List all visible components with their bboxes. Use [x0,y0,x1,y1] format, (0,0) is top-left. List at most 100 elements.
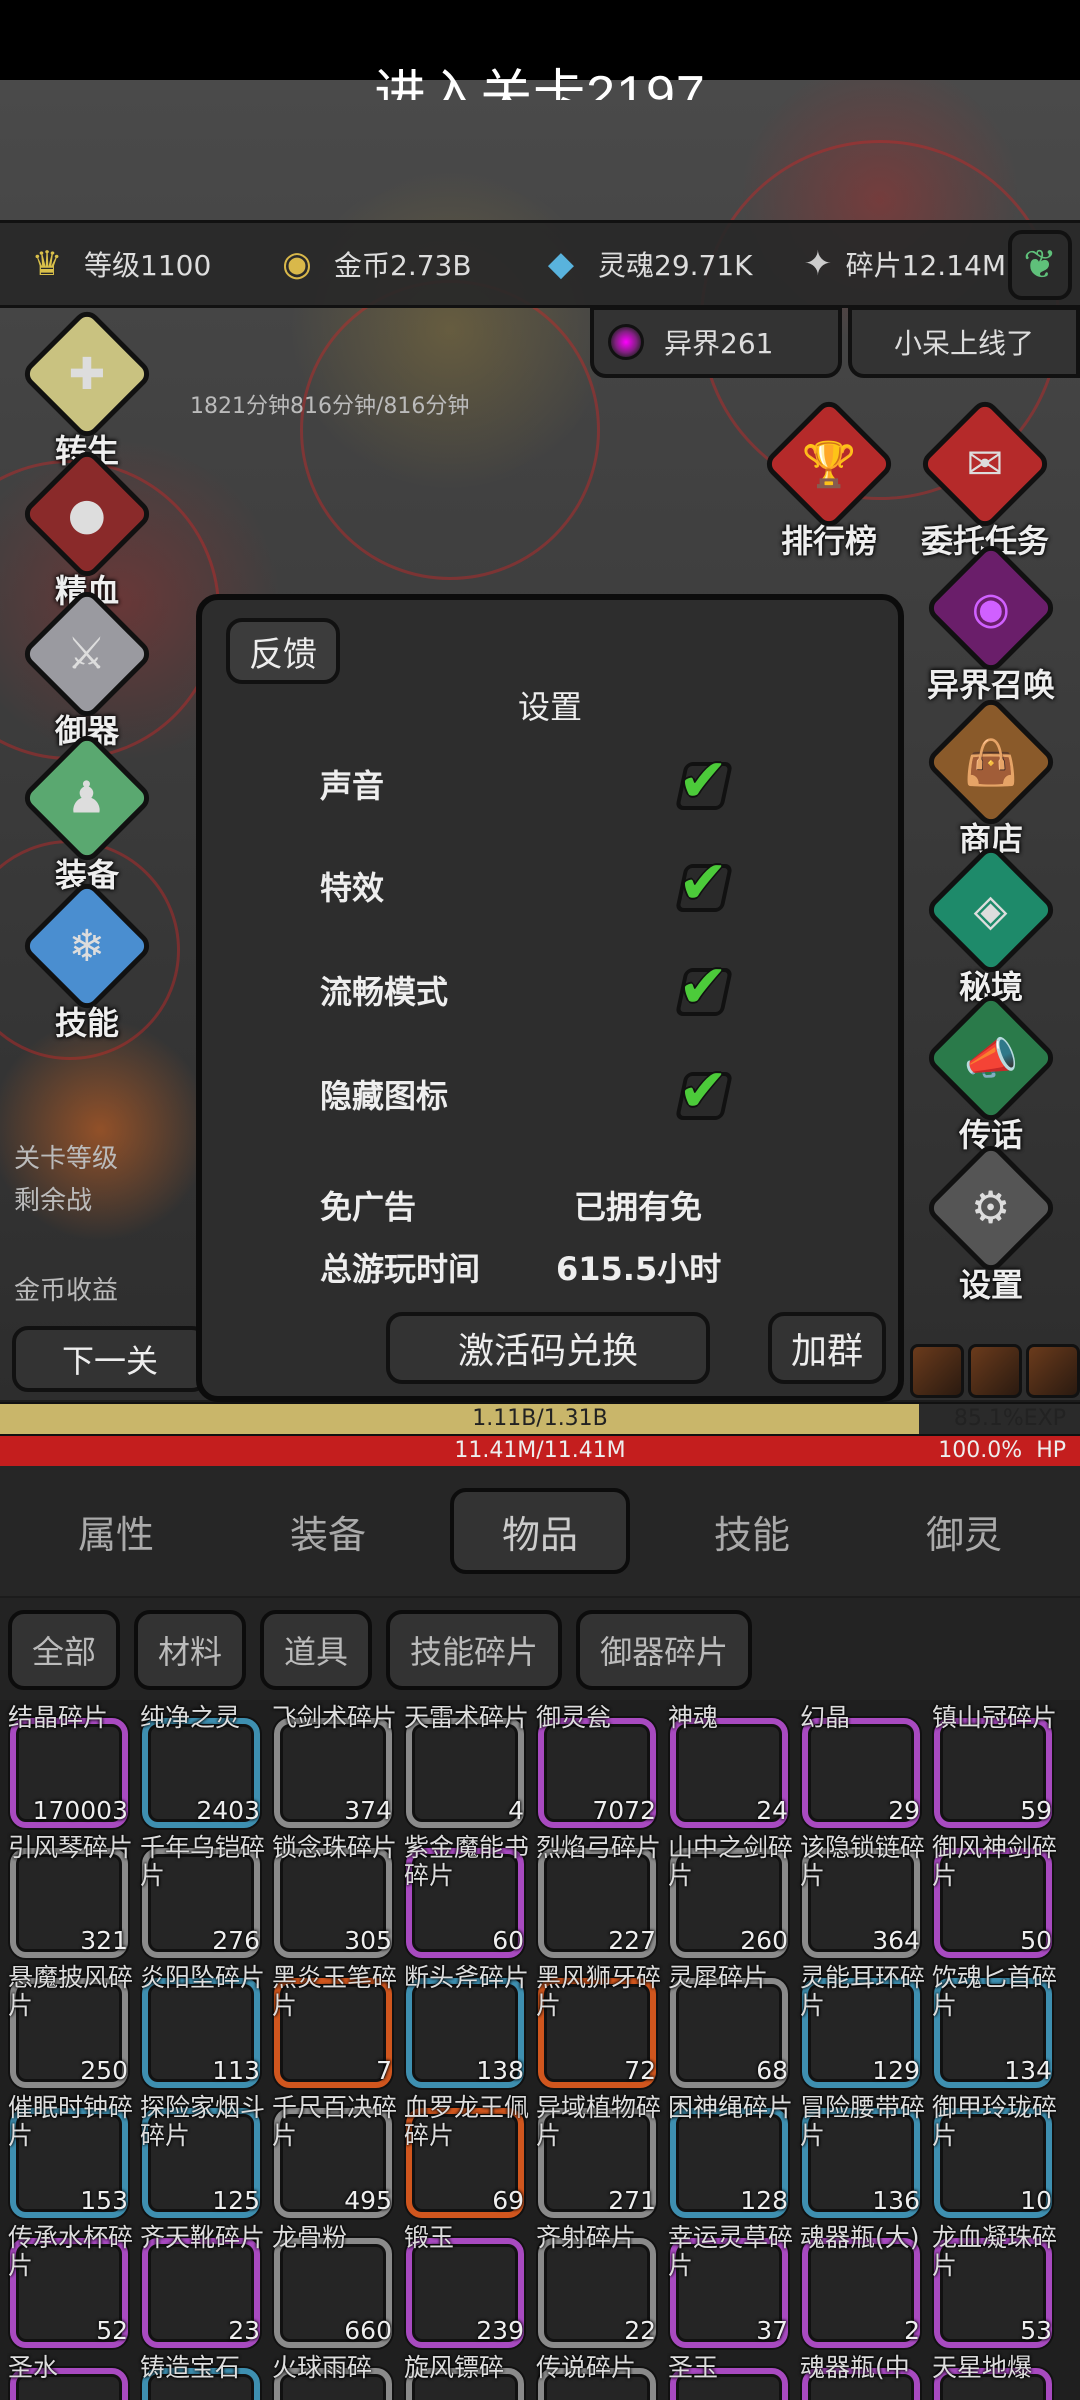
tab-items[interactable]: 物品 [450,1488,630,1574]
inventory-item[interactable]: 黑炎玉笔碎片 7 [264,1960,397,2090]
inventory-item[interactable]: 龙血凝珠碎片 53 [924,2220,1057,2350]
inventory-item[interactable]: 该隐锁链碎片 364 [792,1830,925,1960]
item-frame [406,1718,524,1828]
rebirth-button[interactable]: ✚ 转生 [19,306,155,472]
shop-button[interactable]: 👜 商店 [923,694,1059,860]
otherworld-indicator[interactable]: 异界261 [590,306,842,378]
hide-icons-checkbox[interactable]: ✔ [674,1056,740,1126]
next-stage-button[interactable]: 下一关 [12,1326,208,1392]
inventory-item[interactable]: 结晶碎片 170003 [0,1700,132,1830]
leaderboard-button[interactable]: 🏆 排行榜 [761,396,897,562]
inventory-item[interactable]: 镇山冠碎片 59 [924,1700,1057,1830]
leaf-menu-button[interactable]: ❦ [1008,230,1072,300]
blood-essence-button[interactable]: ● 精血 [19,446,155,612]
filter-props[interactable]: 道具 [260,1610,373,1690]
item-name: 异域植物碎片 [536,2093,662,2150]
inventory-item[interactable]: 传说碎片 [528,2350,660,2400]
inventory-item[interactable]: 千年乌铠碎片 276 [132,1830,265,1960]
inventory-item[interactable]: 魂器瓶(大) 2 [792,2220,924,2350]
sound-checkbox[interactable]: ✔ [674,746,740,816]
filter-all[interactable]: 全部 [8,1610,121,1690]
filter-materials[interactable]: 材料 [134,1610,247,1690]
tab-spirits[interactable]: 御灵 [874,1488,1054,1574]
equipment-button[interactable]: ♟ 装备 [19,730,155,896]
inventory-item[interactable]: 饮魂匕首碎片 134 [924,1960,1057,2090]
inventory-item[interactable]: 千尺百决碎片 495 [264,2090,397,2220]
inventory-item[interactable]: 幻晶 29 [792,1700,924,1830]
inventory-item[interactable]: 御风神剑碎片 50 [924,1830,1057,1960]
inventory-item[interactable]: 灵犀碎片 68 [660,1960,792,2090]
smooth-mode-checkbox[interactable]: ✔ [674,952,740,1022]
inventory-item[interactable]: 炎阳坠碎片 113 [132,1960,265,2090]
inventory-item[interactable]: 山中之剑碎片 260 [660,1830,793,1960]
inventory-item[interactable]: 异域植物碎片 271 [528,2090,662,2220]
inventory-item[interactable]: 魂器瓶(中 [792,2350,924,2400]
inventory-item[interactable]: 探险家烟斗碎片 125 [132,2090,265,2220]
inventory-item[interactable]: 齐天靴碎片 23 [132,2220,265,2350]
item-count: 250 [80,2056,128,2085]
filter-artifact-shards[interactable]: 御器碎片 [576,1610,753,1690]
inventory-item[interactable]: 纯净之灵 2403 [132,1700,264,1830]
join-group-button[interactable]: 加群 [768,1312,886,1384]
inventory-item[interactable]: 困神绳碎片 128 [660,2090,793,2220]
inventory-item[interactable]: 黑风狮牙碎片 72 [528,1960,661,2090]
settings-button[interactable]: ⚙ 设置 [923,1140,1059,1306]
effects-checkbox[interactable]: ✔ [674,848,740,918]
inventory-item[interactable]: 飞剑术碎片 374 [264,1700,397,1830]
quick-slot[interactable] [968,1344,1022,1398]
quick-slot[interactable] [910,1344,964,1398]
inventory-item[interactable]: 御甲玲珑碎片 10 [924,2090,1057,2220]
level-banner: 进入关卡2197 [374,66,706,100]
inventory-item[interactable]: 铸造宝石 [132,2350,264,2400]
secret-realm-icon: ◈ [923,842,1059,978]
inventory-item[interactable]: 悬魔披风碎片 250 [0,1960,134,2090]
main-tabs: 属性 装备 物品 技能 御灵 [0,1466,1080,1596]
quest-button[interactable]: ✉ 委托任务 [917,396,1053,562]
item-name: 悬魔披风碎片 [8,1963,134,2020]
item-count: 2 [904,2316,920,2345]
inventory-item[interactable]: 旋风镖碎 [396,2350,528,2400]
item-count: 153 [80,2186,128,2215]
item-count: 239 [476,2316,524,2345]
redeem-code-button[interactable]: 激活码兑换 [386,1312,710,1384]
item-count: 22 [624,2316,656,2345]
inventory-item[interactable]: 烈焰弓碎片 227 [528,1830,662,1960]
artifact-button[interactable]: ⚔ 御器 [19,586,155,752]
skill-button[interactable]: ❄ 技能 [19,878,155,1044]
item-count: 7072 [592,1796,656,1825]
inventory-item[interactable]: 龙骨粉 660 [264,2220,396,2350]
inventory-item[interactable]: 紫金魔能书碎片 60 [396,1830,529,1960]
inventory-item[interactable]: 齐射碎片 22 [528,2220,660,2350]
inventory-item[interactable]: 血罗龙王佩碎片 69 [396,2090,529,2220]
inventory-item[interactable]: 天星地爆 [924,2350,1056,2400]
broadcast-button[interactable]: 📣 传话 [923,990,1059,1156]
inventory-item[interactable]: 圣玉 [660,2350,792,2400]
settings-dialog: 反馈 设置 声音 ✔ 特效 ✔ 流畅模式 ✔ 隐藏图标 ✔ 免广告 已拥有免 总… [196,594,904,1402]
inventory-item[interactable]: 冒险腰带碎片 136 [792,2090,925,2220]
inventory-item[interactable]: 天雷术碎片 4 [396,1700,529,1830]
inventory-item[interactable]: 断头斧碎片 138 [396,1960,529,2090]
otherworld-summon-button[interactable]: ◉ 异界召唤 [923,540,1059,706]
inventory-item[interactable]: 催眠时钟碎片 153 [0,2090,133,2220]
inventory-item[interactable]: 锁念珠碎片 305 [264,1830,397,1960]
inventory-item[interactable]: 火球雨碎 [264,2350,396,2400]
leaf-icon: ❦ [1023,242,1057,288]
inventory-item[interactable]: 锻玉 239 [396,2220,528,2350]
filter-skill-shards[interactable]: 技能碎片 [386,1610,563,1690]
tab-equipment[interactable]: 装备 [238,1488,418,1574]
inventory-item[interactable]: 圣水 [0,2350,132,2400]
secret-realm-button[interactable]: ◈ 秘境 [923,842,1059,1008]
inventory-item[interactable]: 神魂 24 [660,1700,792,1830]
tab-attributes[interactable]: 属性 [26,1488,206,1574]
inventory-item[interactable]: 传承水杯碎片 52 [0,2220,134,2350]
item-name: 烈焰弓碎片 [536,1833,662,1862]
inventory-item[interactable]: 御灵瓮 7072 [528,1700,660,1830]
quick-slot[interactable] [1026,1344,1080,1398]
inventory-item[interactable]: 幸运灵草碎片 37 [660,2220,793,2350]
item-name: 传承水杯碎片 [8,2223,134,2280]
gear-icon: ⚙ [923,1140,1059,1276]
feedback-button[interactable]: 反馈 [226,618,340,684]
inventory-item[interactable]: 灵能耳环碎片 129 [792,1960,925,2090]
inventory-item[interactable]: 引风琴碎片 321 [0,1830,133,1960]
tab-skills[interactable]: 技能 [662,1488,842,1574]
